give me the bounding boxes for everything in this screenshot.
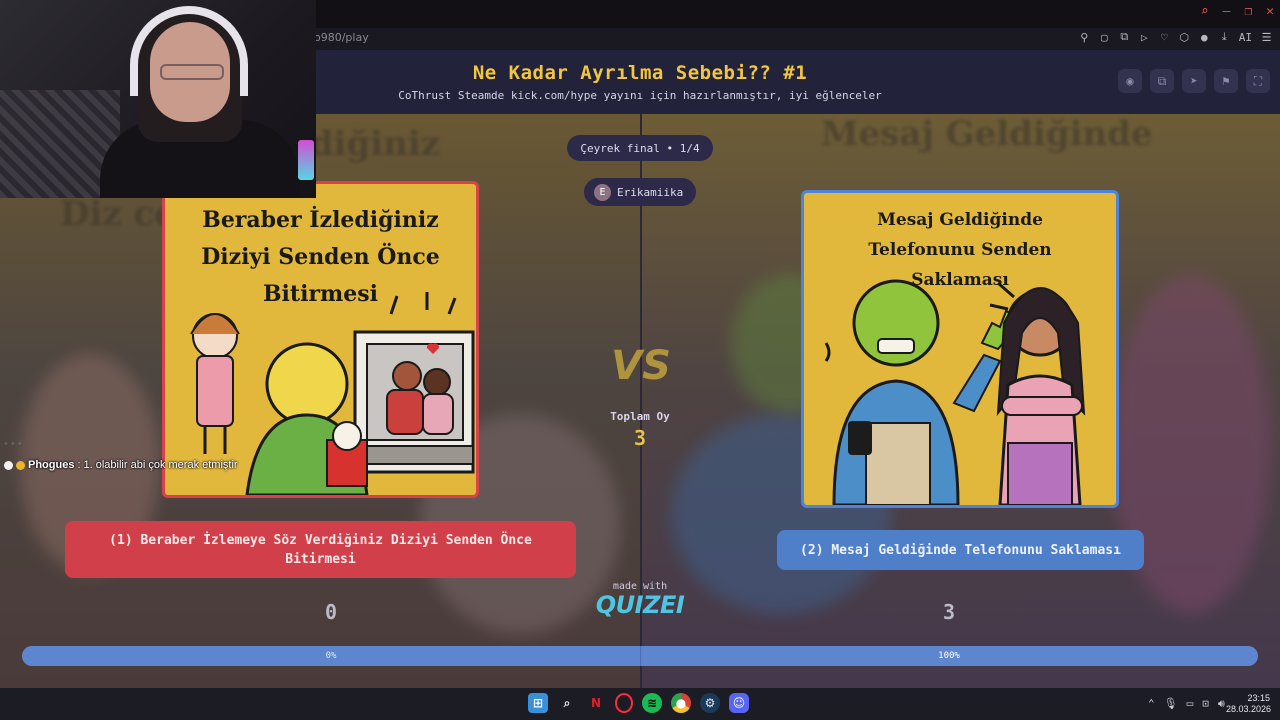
fullscreen-icon[interactable]: ⛶: [1246, 69, 1270, 93]
clock-time: 23:15: [1247, 693, 1270, 703]
right-option-button[interactable]: (2) Mesaj Geldiğinde Telefonunu Saklamas…: [777, 530, 1144, 570]
avatar: E: [594, 183, 611, 201]
pin-icon[interactable]: ⚲: [1079, 31, 1090, 44]
vs-logo: VS: [611, 343, 671, 389]
menu-icon[interactable]: ☰: [1261, 31, 1272, 44]
header-actions: ◉ ⧉ ➤ ⚑ ⛶: [1118, 69, 1270, 93]
left-option-button[interactable]: (1) Beraber İzlemeye Söz Verdiğiniz Dizi…: [65, 521, 576, 578]
tray-chevron-icon[interactable]: ⌃: [1148, 697, 1155, 711]
progress-separator: [640, 646, 641, 666]
total-votes-label: Toplam Oy: [610, 410, 670, 423]
search-icon[interactable]: ⌕: [1201, 4, 1209, 19]
left-vote-count: 0: [324, 600, 338, 624]
chat-text: 1. olabilir abi çok merak etmiştir: [83, 459, 238, 471]
network-icon[interactable]: ⊡: [1202, 697, 1209, 711]
clock-date: 28.03.2026: [1226, 704, 1272, 714]
right-card-illustration: [824, 279, 1086, 505]
browser-toolbar: ⚲ ▢ ⧉ ▷ ♡ ⬡ ● ⤓ AI ☰: [1079, 30, 1272, 44]
chrome-icon[interactable]: ●: [671, 693, 691, 713]
minimize-icon[interactable]: —: [1223, 4, 1231, 19]
quizei-logo[interactable]: QUIZEI: [590, 591, 690, 619]
download-icon[interactable]: ⤓: [1219, 30, 1230, 44]
webcam-rgb-light: [298, 140, 314, 180]
left-option-card[interactable]: Beraber İzlediğiniz Diziyi Senden Önce B…: [162, 181, 479, 498]
discord-icon[interactable]: ☺: [729, 693, 749, 713]
display-icon[interactable]: ▭: [1187, 697, 1194, 711]
left-background-art-2: Diz ce: [60, 194, 176, 234]
ai-icon[interactable]: AI: [1239, 31, 1252, 44]
webcam-overlay: [0, 0, 316, 198]
right-percent-label: 100%: [938, 651, 960, 661]
screenshot-icon[interactable]: ▢: [1099, 31, 1110, 44]
flag-icon[interactable]: ⚑: [1214, 69, 1238, 93]
webcam-headset: [130, 6, 248, 96]
user-badge[interactable]: E Erikamiika: [584, 178, 696, 206]
chat-message: Phogues : 1. olabilir abi çok merak etmi…: [4, 459, 238, 471]
opera-icon[interactable]: [615, 693, 633, 713]
chat-separator: :: [77, 459, 81, 471]
right-background-art: Mesaj Geldiğinde: [821, 114, 1153, 154]
round-badge: Çeyrek final • 1/4: [567, 135, 713, 161]
chat-badge-1: [4, 460, 13, 470]
netflix-icon[interactable]: N: [586, 693, 606, 713]
spotify-icon[interactable]: ≋: [642, 693, 662, 713]
volume-icon[interactable]: 🔊︎: [1218, 697, 1225, 711]
steam-icon[interactable]: ⚙: [700, 693, 720, 713]
left-percent-label: 0%: [325, 651, 337, 661]
copy-icon[interactable]: ⧉: [1150, 69, 1174, 93]
window-controls: ⌕ — ❐ ✕: [1201, 4, 1274, 19]
close-icon[interactable]: ✕: [1266, 4, 1274, 19]
eye-icon[interactable]: ◉: [1118, 69, 1142, 93]
microphone-icon[interactable]: 🎙︎: [1164, 697, 1178, 711]
send-icon[interactable]: ➤: [1182, 69, 1206, 93]
heart-icon[interactable]: ♡: [1159, 31, 1170, 44]
taskbar-apps: ⊞ ⌕ N ≋ ● ⚙ ☺: [528, 693, 749, 713]
left-card-illustration: [190, 292, 475, 495]
extensions-icon[interactable]: ⬡: [1179, 31, 1190, 44]
right-vote-count: 3: [942, 600, 956, 624]
windows-start-icon[interactable]: ⊞: [528, 693, 548, 713]
total-votes-value: 3: [633, 426, 647, 450]
search-icon[interactable]: ⌕: [557, 693, 577, 713]
play-icon[interactable]: ▷: [1139, 31, 1150, 44]
chat-badge-2: [16, 460, 25, 470]
user-name: Erikamiika: [617, 185, 684, 199]
restore-icon[interactable]: ❐: [1244, 4, 1252, 19]
clock[interactable]: 23:15 28.03.2026: [1226, 693, 1272, 715]
profile-icon[interactable]: ●: [1199, 31, 1210, 44]
chat-previous-line: • • •: [4, 438, 22, 450]
right-option-card[interactable]: Mesaj Geldiğinde Telefonunu Senden Sakla…: [801, 190, 1119, 508]
snapshot-icon[interactable]: ⧉: [1119, 30, 1130, 44]
url-text[interactable]: o980/play: [314, 31, 369, 44]
system-tray: ⌃ 🎙︎ ▭ ⊡ 🔊︎: [1148, 697, 1225, 711]
chat-username: Phogues: [28, 459, 75, 471]
